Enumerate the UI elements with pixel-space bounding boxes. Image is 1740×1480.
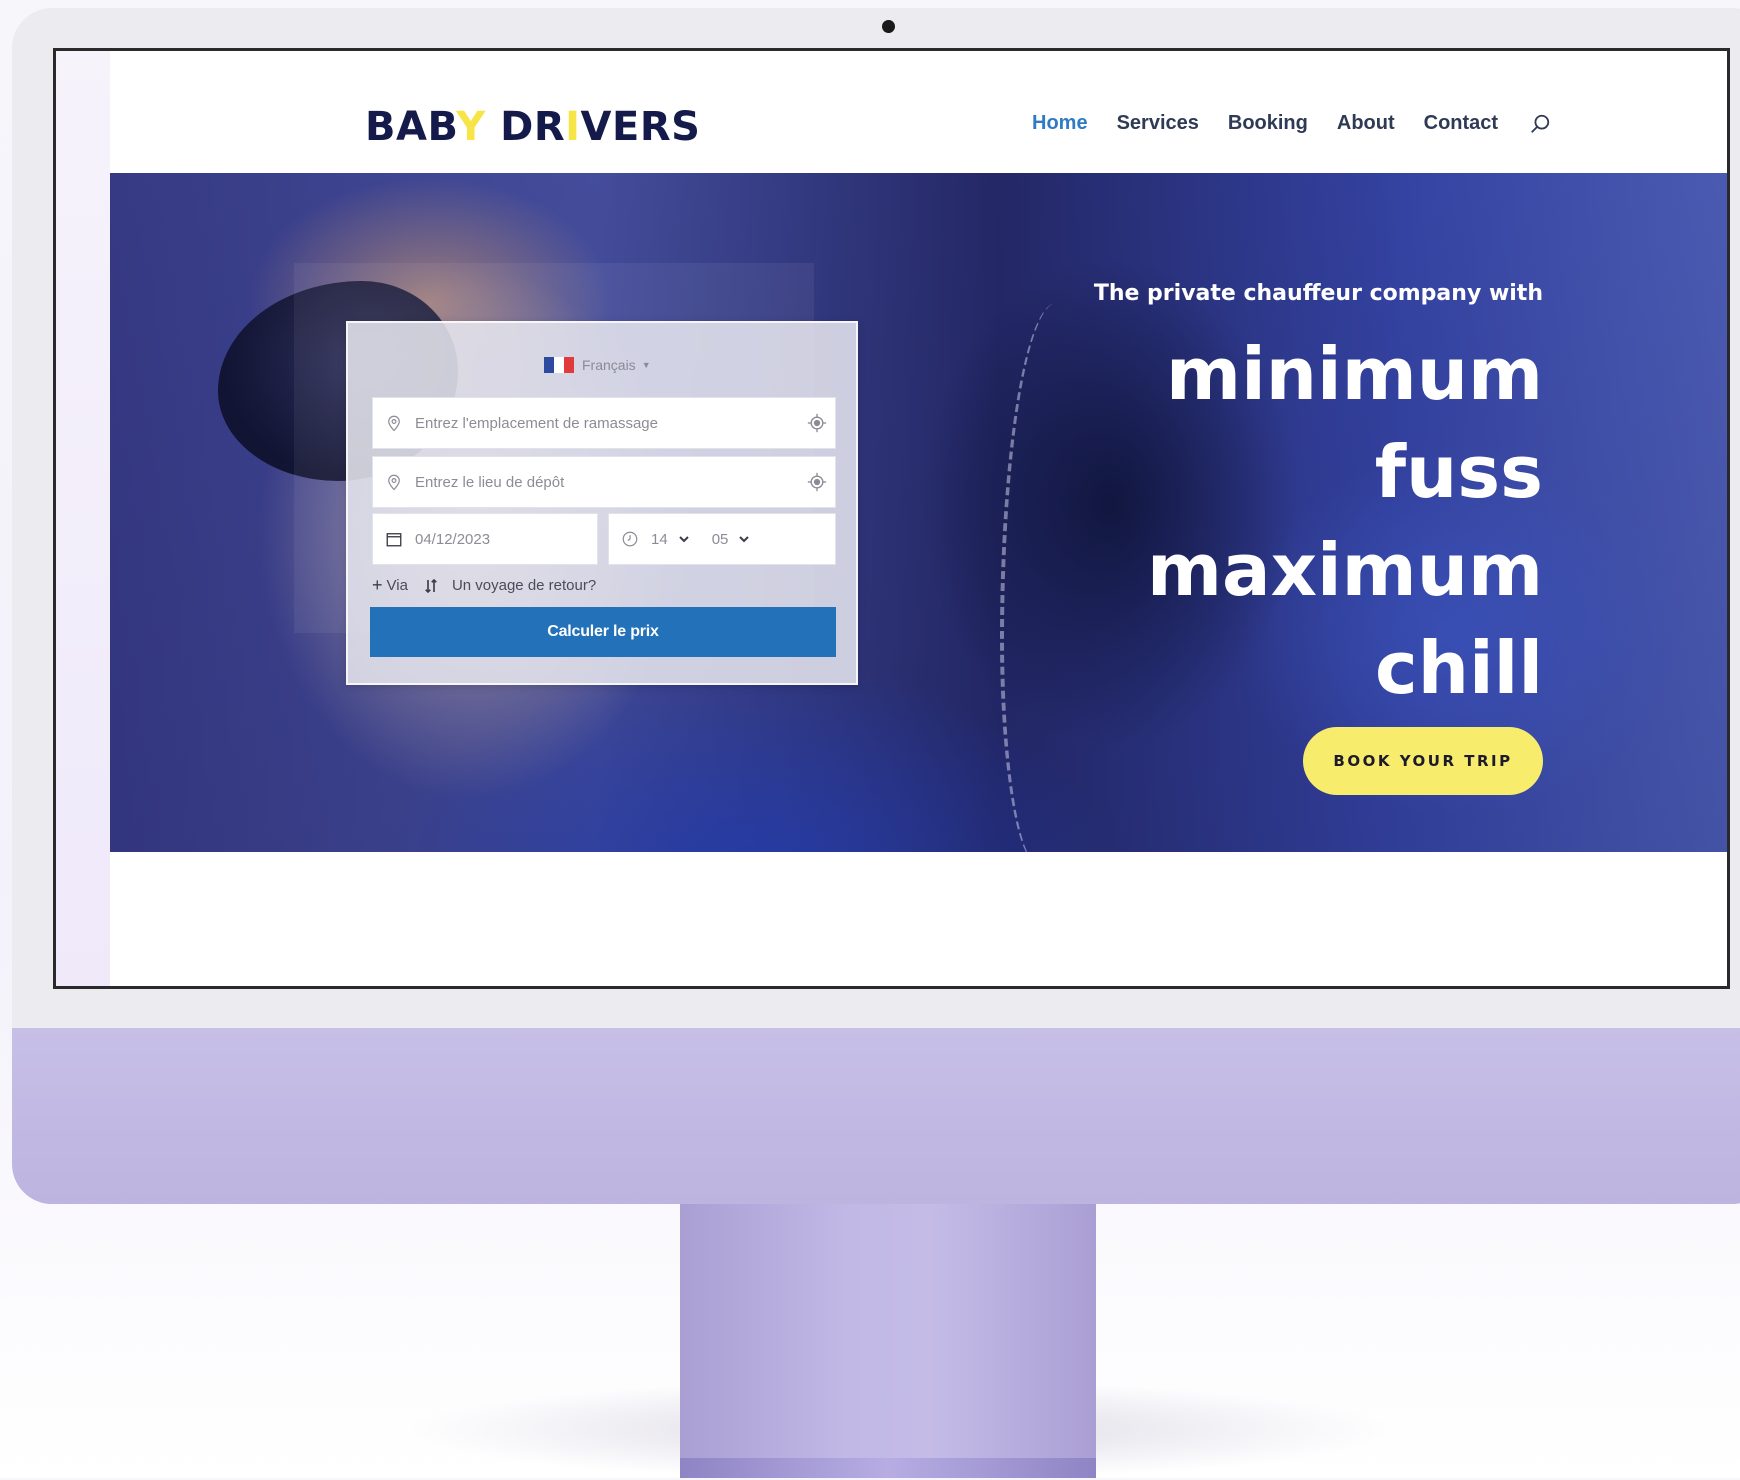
- date-value: 04/12/2023: [415, 530, 491, 548]
- book-trip-button[interactable]: BOOK YOUR TRIP: [1303, 727, 1543, 795]
- hour-select[interactable]: 14: [651, 531, 690, 548]
- hour-value: 14: [651, 530, 668, 548]
- headline-line: chill: [1375, 626, 1543, 710]
- booking-widget: Français ▼ Entrez l'emplacement de ramas…: [346, 321, 858, 685]
- pickup-input[interactable]: [415, 414, 799, 432]
- logo-accent-2: I: [565, 104, 581, 150]
- headline-line: fuss: [1374, 430, 1543, 514]
- minute-value: 05: [711, 530, 729, 548]
- nav-booking[interactable]: Booking: [1228, 112, 1308, 135]
- main-nav: Home Services Booking About Contact: [1032, 112, 1551, 135]
- time-field: 14 05: [608, 513, 836, 565]
- plus-icon: +: [372, 575, 383, 595]
- camera-dot: [882, 20, 895, 33]
- date-field[interactable]: 04/12/2023: [372, 513, 598, 565]
- swap-arrows-icon[interactable]: [422, 577, 440, 595]
- pickup-field: [372, 397, 836, 449]
- calendar-icon: [386, 533, 402, 547]
- nav-contact[interactable]: Contact: [1424, 112, 1498, 135]
- search-icon[interactable]: [1529, 113, 1551, 135]
- locate-icon[interactable]: [807, 472, 827, 492]
- chevron-down-icon: [678, 536, 689, 543]
- calculate-price-button[interactable]: Calculer le prix: [370, 607, 836, 657]
- dropoff-field: [372, 456, 836, 508]
- via-label: Via: [386, 577, 408, 594]
- minute-select[interactable]: 05: [712, 531, 751, 548]
- add-via-button[interactable]: + Via: [372, 575, 408, 596]
- monitor-chin: [12, 1028, 1740, 1204]
- site-logo[interactable]: BABY DRIVERS: [365, 107, 700, 147]
- logo-text-1: BAB: [365, 104, 457, 150]
- nav-about[interactable]: About: [1337, 112, 1395, 135]
- hero-tagline: The private chauffeur company with: [1093, 281, 1543, 306]
- language-selector[interactable]: Français ▼: [544, 357, 651, 373]
- return-trip-toggle[interactable]: Un voyage de retour?: [452, 577, 596, 594]
- logo-accent-1: Y: [456, 104, 486, 150]
- booking-extras: + Via Un voyage de retour?: [372, 575, 596, 596]
- dropoff-input[interactable]: [415, 473, 799, 491]
- monitor-stand-base: [680, 1458, 1096, 1478]
- map-pin-icon: [388, 474, 400, 491]
- language-label: Français: [582, 357, 636, 373]
- chevron-down-icon: [739, 536, 750, 543]
- monitor-stand: [680, 1204, 1096, 1478]
- hero-headline: minimum fuss maximum chill: [1147, 325, 1543, 717]
- headline-line: minimum: [1166, 332, 1543, 416]
- headline-line: maximum: [1146, 528, 1543, 612]
- logo-text-2: DR: [485, 104, 566, 150]
- nav-services[interactable]: Services: [1117, 112, 1199, 135]
- caret-down-icon: ▼: [641, 360, 651, 370]
- nav-home[interactable]: Home: [1032, 112, 1088, 135]
- locate-icon[interactable]: [807, 413, 827, 433]
- french-flag-icon: [544, 357, 574, 373]
- monitor-screen: BABY DRIVERS Home Services Booking About…: [53, 48, 1730, 989]
- hero-section: Français ▼ Entrez l'emplacement de ramas…: [110, 173, 1727, 852]
- site-header: BABY DRIVERS Home Services Booking About…: [110, 89, 1727, 173]
- clock-icon: [622, 531, 638, 547]
- logo-text-3: VERS: [580, 104, 701, 150]
- map-pin-icon: [388, 415, 400, 432]
- page-margin: [56, 51, 110, 986]
